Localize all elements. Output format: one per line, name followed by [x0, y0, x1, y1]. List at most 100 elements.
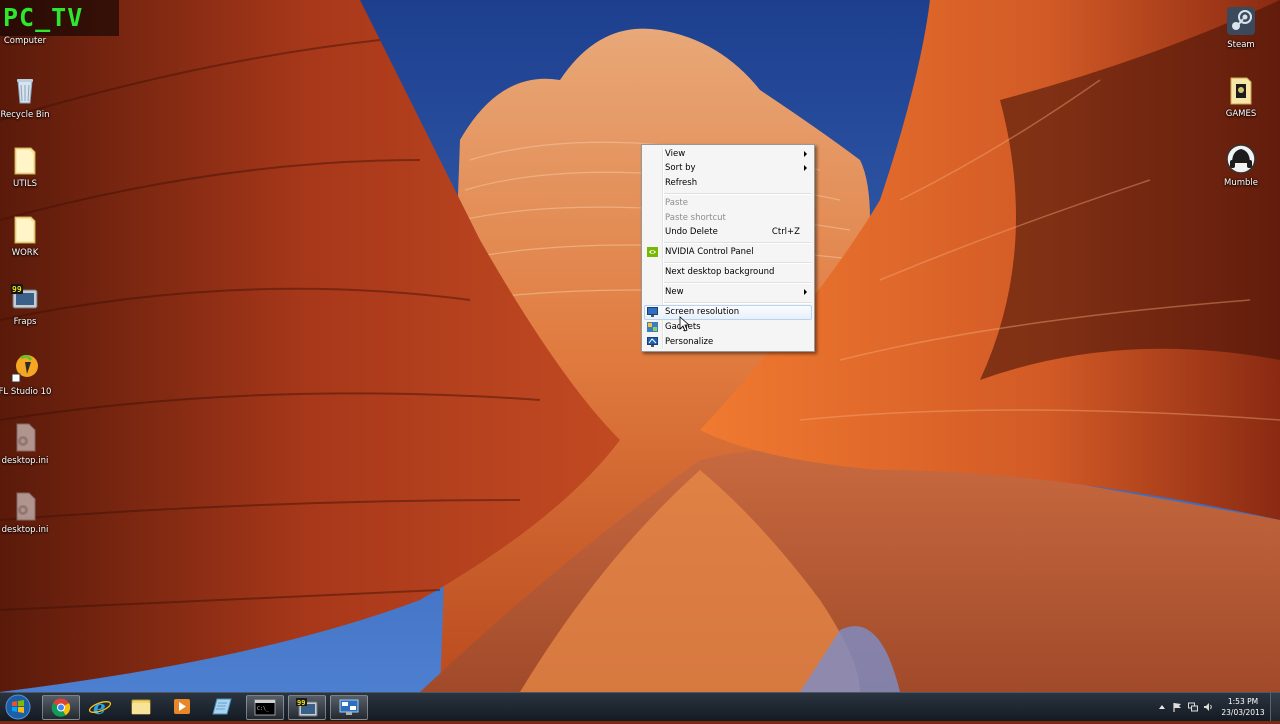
settings-file-icon: [9, 421, 41, 453]
menu-item-screen-resolution[interactable]: Screen resolution: [644, 305, 812, 320]
volume-icon[interactable]: [1203, 702, 1213, 712]
submenu-arrow-icon: [804, 289, 807, 295]
desktop-icon-label: FL Studio 10: [0, 387, 52, 397]
menu-item-paste[interactable]: Paste: [644, 196, 812, 211]
desktop-icon-work[interactable]: WORK: [0, 213, 57, 258]
taskbar-command-prompt[interactable]: C:\_: [246, 695, 284, 720]
menu-item-paste-shortcut[interactable]: Paste shortcut: [644, 211, 812, 226]
taskbar-chrome[interactable]: [42, 695, 80, 720]
mumble-icon: [1225, 143, 1257, 175]
show-desktop-button[interactable]: [1270, 693, 1280, 721]
desktop-icon-steam[interactable]: Steam: [1209, 5, 1273, 50]
personalize-icon: [647, 337, 658, 347]
taskbar-file-explorer[interactable]: [123, 695, 159, 718]
menu-item-undo-delete[interactable]: Undo Delete Ctrl+Z: [644, 225, 812, 240]
desktop-icon-desktop-ini-1[interactable]: desktop.ini: [0, 421, 57, 466]
remote-desktop-icon: [339, 699, 359, 715]
menu-item-new[interactable]: New: [644, 285, 812, 300]
nvidia-icon: [647, 247, 658, 257]
menu-item-gadgets[interactable]: Gadgets: [644, 320, 812, 335]
desktop-icon-label: desktop.ini: [1, 456, 49, 466]
submenu-arrow-icon: [804, 165, 807, 171]
menu-item-nvidia-control-panel[interactable]: NVIDIA Control Panel: [644, 245, 812, 260]
menu-item-label: Screen resolution: [665, 307, 740, 317]
svg-text:C:\_: C:\_: [257, 706, 270, 712]
menu-item-next-desktop-background[interactable]: Next desktop background: [644, 265, 812, 280]
games-folder-icon: [1225, 74, 1257, 106]
desktop-wallpaper[interactable]: [0, 0, 1280, 692]
menu-item-shortcut: Ctrl+Z: [771, 227, 800, 237]
svg-text:e: e: [93, 695, 106, 718]
taskbar-media-player[interactable]: [164, 695, 200, 718]
desktop-icon-fraps[interactable]: 99 Fraps: [0, 282, 57, 327]
menu-item-sort-by[interactable]: Sort by: [644, 161, 812, 176]
desktop-icon-desktop-ini-2[interactable]: desktop.ini: [0, 490, 57, 535]
system-tray: 1:53 PM 23/03/2013: [1140, 693, 1280, 721]
notepad-icon: [212, 698, 232, 715]
show-hidden-icons-icon[interactable]: [1157, 702, 1167, 712]
clock-date: 23/03/2013: [1221, 708, 1265, 717]
desktop-icon-label: Fraps: [13, 317, 37, 327]
desktop-icon-label: desktop.ini: [1, 525, 49, 535]
desktop-icon-mumble[interactable]: Mumble: [1209, 143, 1273, 188]
settings-file-icon: [9, 490, 41, 522]
menu-item-label: Refresh: [665, 178, 698, 188]
menu-item-label: New: [665, 287, 684, 297]
menu-item-label: Personalize: [665, 337, 714, 347]
start-button[interactable]: [3, 694, 33, 720]
menu-item-refresh[interactable]: Refresh: [644, 176, 812, 191]
desktop-icon-label: Recycle Bin: [0, 110, 50, 120]
desktop-icon-computer[interactable]: Computer: [0, 36, 57, 46]
desktop-icon-recycle-bin[interactable]: Recycle Bin: [0, 75, 57, 120]
menu-item-label: Paste shortcut: [665, 213, 726, 223]
taskbar: e C:\_ 99 1:53 PM 23/03/2013: [0, 692, 1280, 721]
folder-icon: [9, 213, 41, 245]
fl-studio-icon: [9, 352, 41, 384]
taskbar-clock[interactable]: 1:53 PM 23/03/2013: [1219, 696, 1267, 718]
internet-explorer-icon: e: [88, 695, 112, 719]
menu-item-view[interactable]: View: [644, 147, 812, 162]
fraps-icon: 99: [296, 698, 318, 717]
file-explorer-icon: [131, 699, 151, 715]
desktop-icon-utils[interactable]: UTILS: [0, 144, 57, 189]
menu-item-label: Undo Delete: [665, 227, 718, 237]
taskbar-notepad[interactable]: [205, 695, 241, 718]
menu-item-personalize[interactable]: Personalize: [644, 335, 812, 350]
desktop-icon-label: GAMES: [1225, 109, 1257, 119]
chrome-icon: [51, 698, 71, 717]
steam-icon: [1225, 5, 1257, 37]
network-icon[interactable]: [1188, 702, 1198, 712]
command-prompt-icon: C:\_: [254, 699, 276, 716]
mouse-cursor-icon: [679, 316, 689, 332]
gadgets-icon: [647, 322, 658, 332]
menu-item-label: View: [665, 149, 686, 159]
desktop-icon-fl-studio[interactable]: FL Studio 10: [0, 352, 57, 397]
menu-separator: [664, 282, 811, 284]
desktop-icon-label: UTILS: [12, 179, 38, 189]
taskbar-fraps[interactable]: 99: [288, 695, 326, 720]
menu-separator: [664, 302, 811, 304]
desktop-icon-label: Mumble: [1224, 178, 1258, 188]
taskbar-remote-desktop[interactable]: [330, 695, 368, 720]
desktop-icon-games[interactable]: GAMES: [1209, 74, 1273, 119]
pc-tv-watermark: PC_TV: [0, 0, 119, 36]
menu-separator: [664, 242, 811, 244]
clock-time: 1:53 PM: [1227, 697, 1259, 706]
svg-text:99: 99: [12, 285, 22, 294]
desktop-context-menu: View Sort by Refresh Paste Paste shortcu…: [641, 144, 815, 352]
menu-item-label: Paste: [665, 198, 688, 208]
action-center-flag-icon[interactable]: [1172, 702, 1182, 712]
taskbar-internet-explorer[interactable]: e: [82, 695, 118, 719]
desktop-icon-label: Steam: [1227, 40, 1255, 50]
desktop-icon-label: WORK: [11, 248, 39, 258]
fraps-icon: 99: [9, 282, 41, 314]
menu-separator: [664, 193, 811, 195]
monitor-icon: [647, 307, 658, 317]
menu-separator: [664, 262, 811, 264]
menu-item-label: NVIDIA Control Panel: [665, 247, 754, 257]
recycle-bin-icon: [9, 75, 41, 107]
desktop-icon-label: Computer: [3, 36, 47, 46]
menu-item-label: Sort by: [665, 163, 696, 173]
folder-icon: [9, 144, 41, 176]
media-player-icon: [174, 699, 190, 714]
